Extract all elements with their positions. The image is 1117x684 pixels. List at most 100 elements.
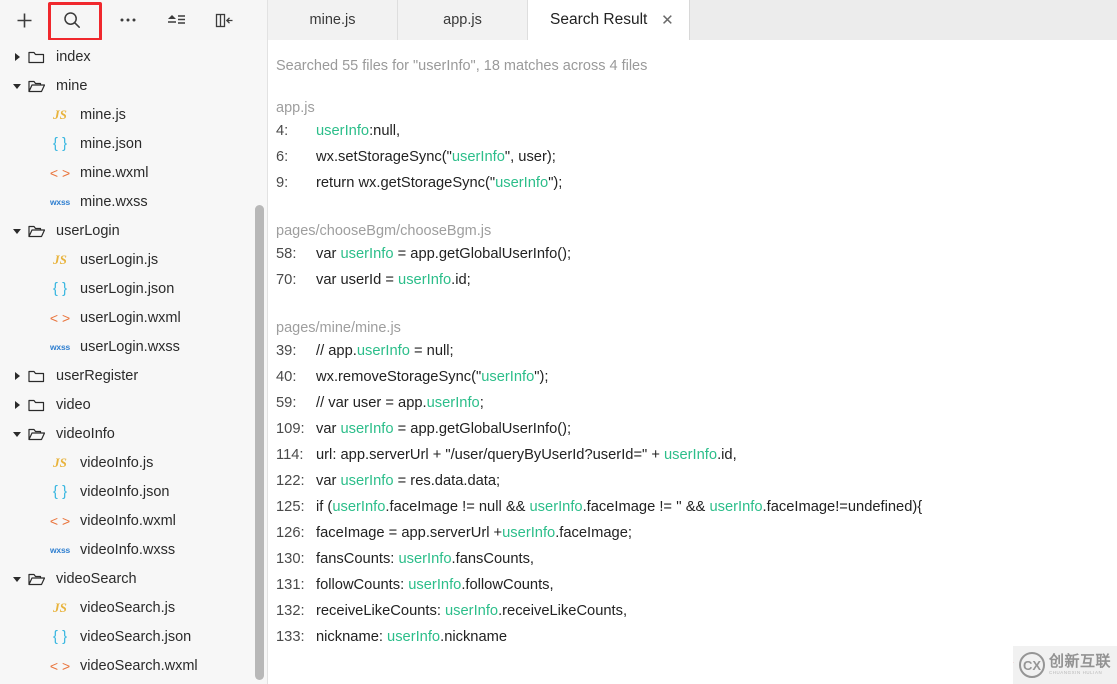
search-match-row[interactable]: 126: faceImage = app.serverUrl +userInfo.… — [268, 525, 1117, 551]
folder-open-icon — [24, 224, 48, 238]
tab-search-result[interactable]: Search Result ✕ — [528, 0, 691, 40]
match-plain: .faceImage!=undefined){ — [762, 499, 923, 515]
tree-folder-row[interactable]: index — [0, 42, 267, 71]
search-match-row[interactable]: 70: var userId = userInfo.id; — [268, 272, 1117, 298]
tree-file-row[interactable]: JS mine.js — [0, 100, 267, 129]
tree-folder-row[interactable]: userRegister — [0, 361, 267, 390]
search-result-file-path[interactable]: pages/mine/mine.js — [268, 320, 1117, 336]
search-match-row[interactable]: 58: var userInfo = app.getGlobalUserInfo(… — [268, 246, 1117, 272]
search-match-row[interactable]: 122: var userInfo = res.data.data; — [268, 473, 1117, 499]
chevron-right-icon — [34, 630, 48, 644]
search-match-row[interactable]: 130: fansCounts: userInfo.fansCounts, — [268, 551, 1117, 577]
match-code-text: url: app.serverUrl + "/user/queryByUserI… — [316, 447, 737, 463]
search-result-file-path[interactable]: app.js — [268, 100, 1117, 116]
tree-file-row[interactable]: { } videoSearch.json — [0, 622, 267, 651]
collapse-all-button[interactable] — [152, 3, 200, 37]
tree-folder-row[interactable]: video — [0, 390, 267, 419]
tree-file-row[interactable]: wxss mine.wxss — [0, 187, 267, 216]
match-highlight: userInfo — [451, 149, 505, 165]
file-tree: index mine JS mine.js { } mine.json < > mine.wx… — [0, 40, 267, 684]
tree-item-label: videoInfo — [56, 425, 115, 442]
search-match-row[interactable]: 6: wx.setStorageSync("userInfo", user); — [268, 149, 1117, 175]
tree-file-row[interactable]: JS userLogin.js — [0, 245, 267, 274]
tree-folder-row[interactable]: videoInfo — [0, 419, 267, 448]
tree-file-row[interactable]: { } videoInfo.json — [0, 477, 267, 506]
chevron-right-icon[interactable] — [10, 50, 24, 64]
toggle-panel-button[interactable] — [200, 3, 248, 37]
match-plain: ; — [479, 395, 484, 411]
tree-item-label: userLogin.json — [80, 280, 175, 297]
search-match-row[interactable]: 114: url: app.serverUrl + "/user/queryByU… — [268, 447, 1117, 473]
search-match-row[interactable]: 59: // var user = app.userInfo; — [268, 395, 1117, 421]
tree-folder-row[interactable]: mine — [0, 71, 267, 100]
match-plain: url: app.serverUrl + "/user/queryByUserI… — [316, 447, 664, 463]
search-match-row[interactable]: 4: userInfo:null, — [268, 123, 1117, 149]
close-icon[interactable]: ✕ — [659, 12, 675, 28]
chevron-down-icon[interactable] — [10, 224, 24, 238]
match-line-number: 133: — [276, 629, 305, 645]
folder-open-icon — [24, 79, 48, 93]
match-highlight: userInfo — [481, 369, 535, 385]
chevron-down-icon[interactable] — [10, 79, 24, 93]
wxss-file-icon: wxss — [50, 196, 70, 207]
json-file-icon: { } — [52, 135, 68, 152]
tree-file-row[interactable]: { } mine.json — [0, 129, 267, 158]
search-result-file-path[interactable]: pages/chooseBgm/chooseBgm.js — [268, 223, 1117, 239]
folder-icon — [24, 369, 48, 383]
tree-file-row[interactable]: JS videoInfo.js — [0, 448, 267, 477]
tree-file-row[interactable]: < > videoInfo.wxml — [0, 506, 267, 535]
chevron-down-icon[interactable] — [10, 572, 24, 586]
json-file-icon: { } — [52, 483, 68, 500]
match-line-number: 40: — [276, 369, 297, 385]
wxss-file-icon: wxss — [50, 341, 70, 352]
tree-file-row[interactable]: { } userLogin.json — [0, 274, 267, 303]
tree-file-row[interactable]: < > mine.wxml — [0, 158, 267, 187]
match-line-number: 130: — [276, 551, 305, 567]
tree-folder-row[interactable]: videoSearch — [0, 564, 267, 593]
search-match-row[interactable]: 131: followCounts: userInfo.followCounts, — [268, 577, 1117, 603]
search-match-row[interactable]: 39: // app.userInfo = null; — [268, 343, 1117, 369]
search-match-row[interactable]: 9: return wx.getStorageSync("userInfo"); — [268, 175, 1117, 201]
wxss-file-icon: wxss — [50, 544, 70, 555]
match-highlight: userInfo — [502, 525, 556, 541]
match-highlight: userInfo — [426, 395, 480, 411]
search-match-row[interactable]: 125: if (userInfo.faceImage != null && us… — [268, 499, 1117, 525]
match-line-number: 132: — [276, 603, 305, 619]
match-line-number: 109: — [276, 421, 305, 437]
search-match-row[interactable]: 109: var userInfo = app.getGlobalUserInfo… — [268, 421, 1117, 447]
chevron-right-icon — [34, 659, 48, 673]
match-code-text: var userInfo = res.data.data; — [316, 473, 500, 489]
search-match-row[interactable]: 133: nickname: userInfo.nickname — [268, 629, 1117, 655]
chevron-right-icon[interactable] — [10, 369, 24, 383]
tree-folder-row[interactable]: userLogin — [0, 216, 267, 245]
match-line-number: 9: — [276, 175, 289, 191]
more-options-button[interactable] — [104, 3, 152, 37]
search-icon — [63, 11, 81, 29]
match-highlight: userInfo — [316, 123, 370, 139]
search-button[interactable] — [48, 2, 102, 41]
search-match-row[interactable]: 40: wx.removeStorageSync("userInfo"); — [268, 369, 1117, 395]
tree-file-row[interactable]: < > videoSearch.wxml — [0, 651, 267, 680]
js-file-icon: JS — [53, 454, 67, 470]
chevron-right-icon[interactable] — [10, 398, 24, 412]
match-plain: followCounts: — [316, 577, 409, 593]
match-code-text: fansCounts: userInfo.fansCounts, — [316, 551, 534, 567]
sidebar-scrollbar-thumb[interactable] — [255, 205, 264, 680]
tree-file-row[interactable]: wxss videoInfo.wxss — [0, 535, 267, 564]
tree-file-row[interactable]: wxss userLogin.wxss — [0, 332, 267, 361]
tree-file-row[interactable]: JS videoSearch.js — [0, 593, 267, 622]
search-match-row[interactable]: 132: receiveLikeCounts: userInfo.receiveL… — [268, 603, 1117, 629]
tree-item-label: videoSearch.json — [80, 628, 192, 645]
file-explorer-sidebar[interactable]: index mine JS mine.js { } mine.json < > mine.wx… — [0, 40, 268, 684]
tab-app-js[interactable]: app.js — [398, 0, 528, 40]
add-file-button[interactable] — [0, 3, 48, 37]
chevron-down-icon[interactable] — [10, 427, 24, 441]
sidebar-scrollbar[interactable] — [255, 40, 266, 684]
tree-file-row[interactable]: wxssvideoSearch.wxss — [0, 680, 267, 684]
search-result-group: pages/chooseBgm/chooseBgm.js 58: var userI… — [268, 223, 1117, 298]
tree-file-row[interactable]: < > userLogin.wxml — [0, 303, 267, 332]
match-plain: .followCounts, — [461, 577, 554, 593]
match-line-number: 6: — [276, 149, 289, 165]
tab-mine-js[interactable]: mine.js — [268, 0, 398, 40]
match-code-text: nickname: userInfo.nickname — [316, 629, 507, 645]
